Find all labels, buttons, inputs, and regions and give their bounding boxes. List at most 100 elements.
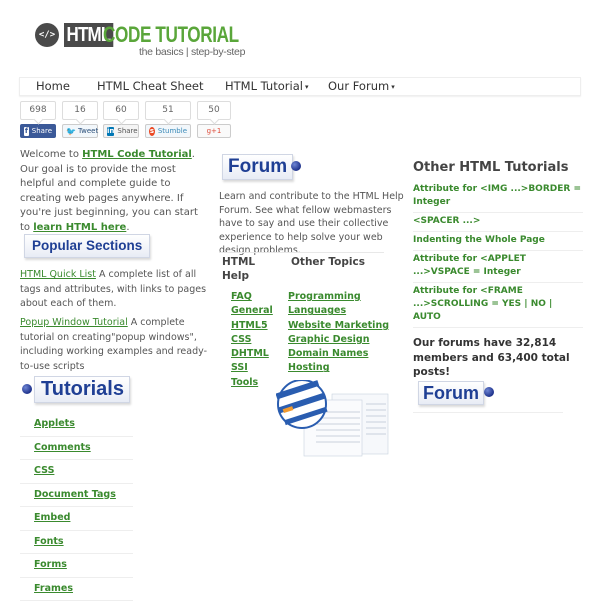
googleplus-button[interactable]: g+1	[197, 124, 231, 138]
forum-badge-link[interactable]: Forum	[418, 381, 484, 405]
tutorials-list: Applets Comments CSS Document Tags Embed…	[20, 413, 133, 601]
welcome-text: Welcome to HTML Code Tutorial. Our goal …	[20, 148, 205, 235]
tutorial-link[interactable]: Fonts	[34, 536, 64, 547]
linkedin-share-button[interactable]: in Share	[103, 124, 139, 138]
twitter-tweet-button[interactable]: 🐦 Tweet	[62, 124, 98, 138]
popular-sections-heading: Popular Sections	[24, 234, 150, 258]
list-item: Hosting	[288, 361, 389, 375]
list-item: Programming	[288, 290, 389, 304]
facebook-share-button[interactable]: f Share	[20, 124, 56, 138]
popup-window-tutorial-link[interactable]: Popup Window Tutorial	[20, 317, 128, 328]
chevron-down-icon: ▾	[305, 83, 309, 91]
html-code-tutorial-link[interactable]: HTML Code Tutorial	[82, 149, 192, 160]
topic-link[interactable]: Website Marketing	[288, 320, 389, 331]
nav-html-cheat-sheet[interactable]: HTML Cheat Sheet	[97, 79, 204, 93]
tutorial-link[interactable]: CSS	[34, 465, 54, 476]
divider	[413, 327, 563, 328]
facebook-icon: f	[24, 127, 29, 136]
list-item: Attribute for <APPLET ...>VSPACE = Integ…	[413, 251, 583, 283]
forum-heading: Forum	[222, 154, 293, 180]
list-item: Graphic Design	[288, 333, 389, 347]
list-item: Attribute for <FRAME ...>SCROLLING = YES…	[413, 283, 583, 328]
topic-link[interactable]: Domain Names	[288, 348, 368, 359]
main-nav: Home HTML Cheat Sheet HTML Tutorial▾ Our…	[19, 77, 581, 96]
list-item: SSI	[231, 361, 273, 375]
popular-item: HTML Quick List A complete list of all t…	[20, 268, 210, 312]
list-item: Embed	[20, 507, 133, 531]
other-tutorials-list: Attribute for <IMG ...>BORDER = Integer …	[413, 181, 583, 328]
chevron-down-icon: ▾	[391, 83, 395, 91]
share-count: 698	[20, 101, 56, 120]
googleplus-icon: g+1	[207, 125, 222, 137]
forum-link[interactable]: SSI	[231, 362, 248, 373]
nav-home[interactable]: Home	[36, 79, 70, 93]
tutorial-link[interactable]: Applets	[34, 418, 75, 429]
list-item: Applets	[20, 413, 133, 437]
html-help-heading: HTML Help	[222, 255, 262, 283]
forum-stats: Our forums have 32,814 members and 63,40…	[413, 336, 583, 380]
learn-html-link[interactable]: learn HTML here	[33, 222, 126, 233]
list-item: Frames	[20, 578, 133, 601]
list-item: HTML5	[231, 319, 273, 333]
stumbleupon-share: 51 s Stumble	[145, 101, 191, 138]
stumbleupon-button[interactable]: s Stumble	[145, 124, 191, 138]
other-topics-links: Programming Languages Website Marketing …	[288, 290, 389, 376]
list-item: Tools	[231, 376, 273, 390]
other-tutorials-heading: Other HTML Tutorials	[413, 160, 568, 175]
list-item: Domain Names	[288, 347, 389, 361]
other-tutorial-link[interactable]: Attribute for <FRAME ...>SCROLLING = YES…	[413, 286, 552, 322]
bullet-dot-icon	[291, 161, 301, 171]
share-count: 50	[197, 101, 231, 120]
other-tutorial-link[interactable]: Attribute for <APPLET ...>VSPACE = Integ…	[413, 254, 526, 277]
list-item: <SPACER ...>	[413, 213, 583, 232]
tutorial-link[interactable]: Frames	[34, 583, 73, 594]
bullet-dot-icon	[484, 387, 494, 397]
linkedin-share: 60 in Share	[103, 101, 139, 138]
share-count: 51	[145, 101, 191, 120]
forum-link[interactable]: Tools	[231, 377, 258, 388]
code-brackets-icon: </>	[35, 23, 59, 47]
share-count: 16	[62, 101, 98, 120]
tutorial-link[interactable]: Comments	[34, 442, 91, 453]
tutorial-link[interactable]: Forms	[34, 559, 67, 570]
other-tutorial-link[interactable]: Attribute for <IMG ...>BORDER = Integer	[413, 184, 581, 207]
facebook-share: 698 f Share	[20, 101, 56, 138]
list-item: Languages	[288, 304, 389, 318]
topic-link[interactable]: Programming	[288, 291, 361, 302]
tutorials-heading: Tutorials	[34, 376, 130, 403]
forum-link[interactable]: General	[231, 305, 273, 316]
nav-html-tutorial[interactable]: HTML Tutorial▾	[225, 79, 308, 93]
stumbleupon-icon: s	[149, 127, 155, 136]
twitter-share: 16 🐦 Tweet	[62, 101, 98, 138]
other-tutorial-link[interactable]: Indenting the Whole Page	[413, 235, 545, 245]
list-item: DHTML	[231, 347, 273, 361]
topic-link[interactable]: Languages	[288, 305, 346, 316]
forum-link[interactable]: CSS	[231, 334, 251, 345]
topic-link[interactable]: Graphic Design	[288, 334, 369, 345]
forum-link[interactable]: FAQ	[231, 291, 252, 302]
other-tutorial-link[interactable]: <SPACER ...>	[413, 216, 480, 226]
list-item: Document Tags	[20, 484, 133, 508]
bullet-dot-icon	[22, 384, 32, 394]
tutorial-link[interactable]: Embed	[34, 512, 70, 523]
forum-description: Learn and contribute to the HTML Help Fo…	[219, 190, 404, 258]
popular-item: Popup Window Tutorial A complete tutoria…	[20, 316, 210, 374]
list-item: Attribute for <IMG ...>BORDER = Integer	[413, 181, 583, 213]
forum-link[interactable]: DHTML	[231, 348, 269, 359]
logo-tagline: the basics | step-by-step	[139, 46, 245, 58]
forum-link[interactable]: HTML5	[231, 320, 268, 331]
twitter-bird-icon: 🐦	[66, 127, 75, 136]
list-item: Fonts	[20, 531, 133, 555]
list-item: FAQ	[231, 290, 273, 304]
topic-link[interactable]: Hosting	[288, 362, 330, 373]
list-item: Website Marketing	[288, 319, 389, 333]
html-quick-list-link[interactable]: HTML Quick List	[20, 269, 96, 280]
html-help-links: FAQ General HTML5 CSS DHTML SSI Tools	[231, 290, 273, 390]
list-item: Indenting the Whole Page	[413, 232, 583, 251]
forum-screenshot-image[interactable]	[276, 380, 392, 460]
other-topics-heading: Other Topics	[291, 255, 365, 269]
tutorial-link[interactable]: Document Tags	[34, 489, 116, 500]
list-item: Forms	[20, 554, 133, 578]
divider	[219, 252, 384, 253]
nav-our-forum[interactable]: Our Forum▾	[328, 79, 395, 93]
